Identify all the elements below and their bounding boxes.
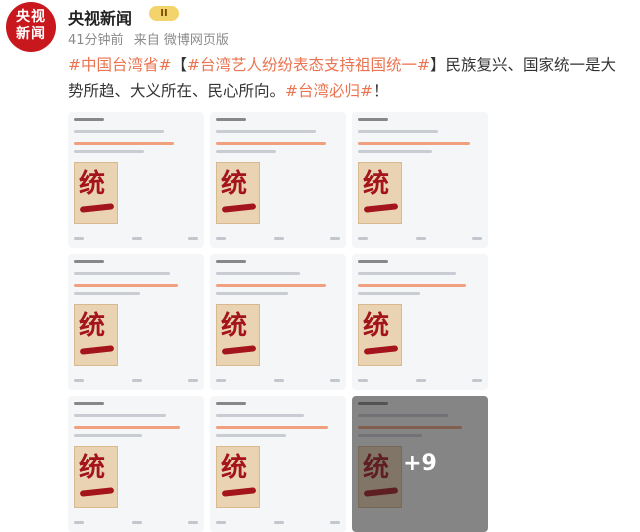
- poster-image: 统: [216, 304, 260, 366]
- image-thumb-3[interactable]: 统: [352, 112, 488, 248]
- topic-link-taiwan-return[interactable]: #台湾必归#: [285, 82, 373, 100]
- account-name[interactable]: 央视新闻: [68, 5, 132, 29]
- image-thumb-1[interactable]: 统: [68, 112, 204, 248]
- member-badge-icon[interactable]: II: [149, 6, 179, 21]
- avatar-line-2: 新闻: [16, 26, 46, 42]
- image-thumb-5[interactable]: 统: [210, 254, 346, 390]
- topic-link-taiwan-province[interactable]: #中国台湾省#: [68, 56, 171, 74]
- avatar-line-1: 央视: [16, 9, 46, 25]
- poster-image: 统: [74, 304, 118, 366]
- image-thumb-2[interactable]: 统: [210, 112, 346, 248]
- poster-image: 统: [358, 162, 402, 224]
- post-source: 来自 微博网页版: [133, 33, 229, 48]
- image-grid: 统 统 统 统 统 统 统 统 统 +9: [68, 112, 488, 532]
- topic-link-taiwan-artists[interactable]: #台湾艺人纷纷表态支持祖国统一#: [187, 56, 430, 74]
- image-thumb-9-more[interactable]: 统 +9: [352, 396, 488, 532]
- image-thumb-4[interactable]: 统: [68, 254, 204, 390]
- image-thumb-6[interactable]: 统: [352, 254, 488, 390]
- post-time[interactable]: 41分钟前: [68, 33, 124, 48]
- more-images-count[interactable]: +9: [352, 396, 488, 532]
- poster-image: 统: [74, 162, 118, 224]
- account-avatar[interactable]: 央视 新闻: [6, 2, 56, 52]
- post-text: #中国台湾省#【#台湾艺人纷纷表态支持祖国统一#】民族复兴、国家统一是大势所趋、…: [68, 52, 628, 104]
- image-thumb-7[interactable]: 统: [68, 396, 204, 532]
- post-meta: 41分钟前 来自 微博网页版: [68, 29, 235, 48]
- bracket-open: 【: [171, 56, 187, 74]
- poster-image: 统: [74, 446, 118, 508]
- poster-image: 统: [216, 446, 260, 508]
- image-thumb-8[interactable]: 统: [210, 396, 346, 532]
- post-end: ！: [373, 82, 389, 100]
- poster-image: 统: [358, 304, 402, 366]
- poster-image: 统: [216, 162, 260, 224]
- post-header: 央视 新闻 央视新闻 II 41分钟前 来自 微博网页版: [6, 2, 634, 52]
